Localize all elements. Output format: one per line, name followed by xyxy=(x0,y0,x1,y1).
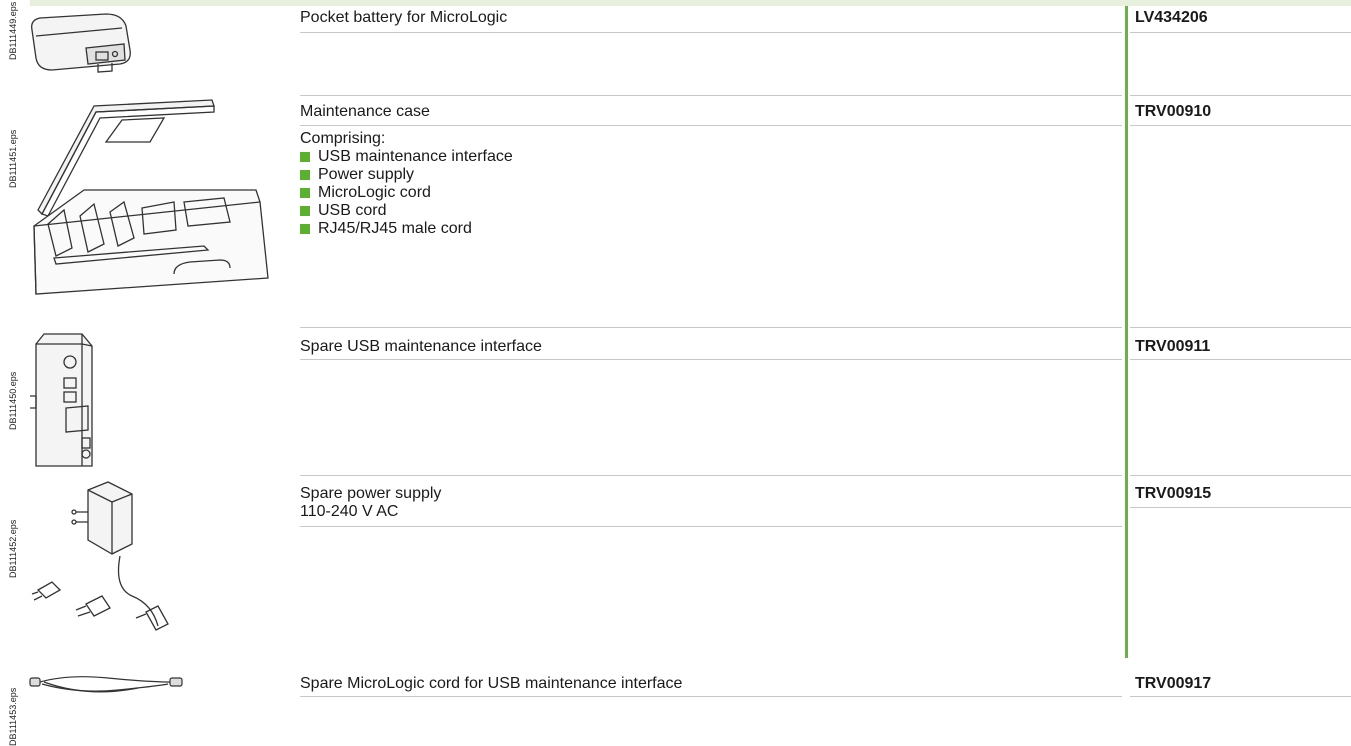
figure-id: DB111449.eps xyxy=(8,1,18,60)
top-band xyxy=(30,0,1351,6)
component-list-intro: Comprising: xyxy=(300,130,386,147)
pocket-battery-image xyxy=(31,13,131,73)
product-reference: TRV00915 xyxy=(1135,485,1212,502)
figure-id: DB111453.eps xyxy=(8,687,18,746)
row-divider xyxy=(300,327,1122,328)
product-reference: TRV00911 xyxy=(1135,338,1211,355)
product-subtitle: 110-240 V AC xyxy=(300,503,399,520)
row-divider xyxy=(300,95,1122,96)
row-divider xyxy=(1130,507,1351,508)
bullet-icon xyxy=(300,170,310,180)
list-item: RJ45/RJ45 male cord xyxy=(300,220,513,238)
bullet-icon xyxy=(300,188,310,198)
bullet-icon xyxy=(300,206,310,216)
row-divider xyxy=(300,32,1122,33)
component-list: Comprising: USB maintenance interface Po… xyxy=(300,130,513,238)
product-reference: TRV00917 xyxy=(1135,675,1212,692)
row-divider xyxy=(1130,327,1351,328)
row-divider xyxy=(300,526,1122,527)
list-item: MicroLogic cord xyxy=(300,184,513,202)
bullet-icon xyxy=(300,224,310,234)
figure-id: DB111450.eps xyxy=(8,371,18,430)
row-divider xyxy=(1130,475,1351,476)
figure-id: DB111452.eps xyxy=(8,519,18,578)
product-description: Maintenance case xyxy=(300,103,430,120)
micrologic-cord-image xyxy=(29,676,183,693)
product-description: Spare USB maintenance interface xyxy=(300,338,542,355)
row-divider xyxy=(1130,696,1351,697)
maintenance-case-image xyxy=(33,99,269,295)
product-description: Pocket battery for MicroLogic xyxy=(300,9,508,26)
list-item: Power supply xyxy=(300,166,513,184)
row-divider xyxy=(300,125,1122,126)
row-divider xyxy=(1130,32,1351,33)
usb-interface-image xyxy=(30,333,93,467)
row-divider xyxy=(1130,95,1351,96)
reference-column-divider xyxy=(1125,6,1128,658)
row-divider xyxy=(300,359,1122,360)
list-item: USB cord xyxy=(300,202,513,220)
product-description: Spare power supply xyxy=(300,485,442,502)
row-divider xyxy=(1130,359,1351,360)
bullet-icon xyxy=(300,152,310,162)
row-divider xyxy=(300,696,1122,697)
list-item: USB maintenance interface xyxy=(300,148,513,166)
power-supply-image xyxy=(31,481,169,631)
figure-id: DB111451.eps xyxy=(8,129,18,188)
product-reference: TRV00910 xyxy=(1135,103,1212,120)
product-description: Spare MicroLogic cord for USB maintenanc… xyxy=(300,675,683,692)
product-reference: LV434206 xyxy=(1135,9,1208,26)
row-divider xyxy=(300,475,1122,476)
row-divider xyxy=(1130,125,1351,126)
